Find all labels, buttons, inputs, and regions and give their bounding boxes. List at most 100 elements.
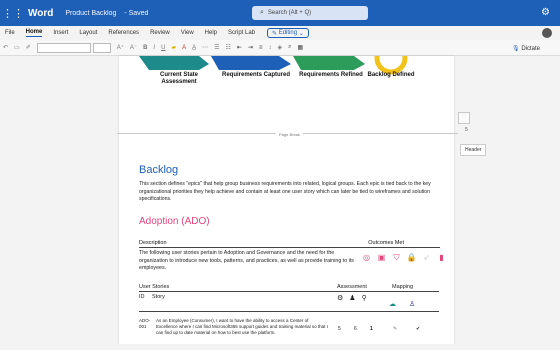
header-button[interactable]: Header	[460, 144, 487, 156]
font-color-icon[interactable]: A	[182, 45, 186, 51]
document-page[interactable]: Current State Assessment Requirements Ca…	[119, 56, 454, 350]
tab-file[interactable]: File	[5, 30, 15, 36]
rocket-icon: ➶	[423, 253, 430, 262]
tab-review[interactable]: Review	[150, 30, 170, 36]
description-label: Description	[139, 240, 167, 246]
bullets-icon[interactable]: ☰	[214, 44, 219, 51]
decrease-indent-icon[interactable]: ⇤	[237, 44, 242, 51]
grow-font-icon[interactable]: A⁺	[117, 44, 124, 51]
lock-icon: 🔒	[406, 253, 417, 262]
underline-icon[interactable]: U	[161, 45, 165, 51]
chat-icon: ▣	[377, 253, 386, 262]
microphone-icon: 🎙	[512, 46, 520, 52]
target-icon: ◎	[363, 253, 370, 262]
tab-insert[interactable]: Insert	[53, 30, 68, 36]
outcome-icons: ◎ ▣ ⛉ 🔒 ➶ ▮	[361, 252, 447, 263]
row-score-3: 1	[370, 326, 373, 332]
table-divider	[139, 311, 439, 312]
row-story: As an Employee (Consumer), I want to hav…	[156, 318, 328, 335]
description-body: The following user stories pertain to Ad…	[139, 250, 354, 271]
avatar[interactable]	[542, 28, 552, 38]
settings-icon[interactable]: ⚙	[541, 7, 550, 18]
app-launcher-icon[interactable]: ⋮⋮	[0, 0, 26, 26]
mapping-tool-icon: ✎	[393, 326, 398, 332]
id-label: ID	[139, 294, 145, 300]
story-label: Story	[152, 294, 165, 300]
mapping-label: Mapping	[392, 284, 414, 290]
document-title-text: Product Backlog	[65, 9, 117, 17]
adoption-heading: Adoption (ADO)	[139, 216, 210, 227]
page-break-label: Page Break	[276, 132, 303, 137]
bar-chart-icon: ▮	[439, 253, 444, 262]
description-header: Description Outcomes Met	[139, 240, 440, 248]
clipboard-icon[interactable]: ▭	[14, 44, 20, 51]
side-page-number: 5	[465, 127, 468, 133]
assessment-icons: ⚙ ♟ ⚲	[337, 294, 367, 302]
person-icon: ♙	[409, 301, 416, 308]
undo-icon[interactable]: ↶	[3, 44, 8, 51]
backlog-heading: Backlog	[139, 164, 179, 176]
highlight-icon[interactable]: ▰	[171, 44, 176, 51]
bold-icon[interactable]: B	[143, 45, 147, 51]
tab-script-lab[interactable]: Script Lab	[228, 30, 255, 36]
process-arrow-2	[211, 56, 291, 70]
dictate-label: Dictate	[521, 46, 540, 52]
people-icon: ♟	[349, 295, 356, 302]
search-box[interactable]: ⌕ Search (Alt + Q)	[252, 6, 368, 20]
shrink-font-icon[interactable]: A⁻	[130, 44, 137, 51]
tab-help[interactable]: Help	[205, 30, 217, 36]
table-icon[interactable]: ▦	[297, 44, 303, 51]
check-icon: ✔	[416, 326, 421, 332]
title-bar: ⋮⋮ Word Product Backlog - Saved ⌕ Search…	[0, 0, 560, 26]
process-arrow-1	[139, 56, 209, 70]
tab-view[interactable]: View	[181, 30, 194, 36]
pencil-icon: ✎	[272, 30, 279, 37]
pin-icon: ⚲	[361, 295, 367, 302]
save-state: - Saved	[124, 9, 149, 17]
tab-references[interactable]: References	[108, 30, 139, 36]
process-target-icon	[374, 56, 408, 75]
shield-icon: ⛉	[393, 252, 400, 262]
row-score-1: 5	[338, 326, 341, 332]
line-spacing-icon[interactable]: ↕	[268, 45, 271, 51]
italic-icon[interactable]: I	[153, 45, 155, 51]
font-name-field[interactable]	[36, 42, 91, 53]
row-id: ADO-001	[139, 318, 151, 329]
app-name: Word	[28, 7, 54, 19]
assessment-label: Assessment	[337, 284, 367, 290]
font-size-field[interactable]	[92, 42, 111, 53]
side-handle[interactable]	[458, 112, 470, 124]
tab-layout[interactable]: Layout	[79, 30, 97, 36]
stage-requirements-captured: Requirements Captured	[221, 72, 290, 78]
more-icon[interactable]: ⋯	[202, 44, 208, 51]
tab-home[interactable]: Home	[25, 29, 43, 37]
backlog-intro: This section defines "epics" that help g…	[139, 181, 431, 202]
user-stories-header: User Stories Assessment Mapping	[139, 284, 439, 292]
styles-icon[interactable]: A̲	[192, 45, 196, 51]
gears-icon: ⚙	[337, 295, 344, 302]
stage-backlog-defined: Backlog Defined	[367, 72, 415, 78]
stage-current-state: Current State Assessment	[159, 72, 198, 85]
outcomes-label: Outcomes Met	[368, 240, 404, 246]
cloud-icon: ☁	[389, 301, 396, 308]
shading-icon[interactable]: ◈	[277, 44, 282, 51]
align-icon[interactable]: ≡	[259, 45, 263, 51]
editing-mode-button[interactable]: ✎ Editing ⌄	[267, 28, 309, 38]
numbering-icon[interactable]: ☷	[225, 44, 230, 51]
document-title[interactable]: Product Backlog - Saved	[65, 10, 148, 17]
process-arrow-3	[293, 56, 365, 70]
user-stories-label: User Stories	[139, 284, 170, 290]
mapping-icons: ☁ ♙	[389, 300, 415, 308]
format-painter-icon[interactable]: ✐	[26, 44, 31, 51]
search-placeholder: Search (Alt + Q)	[267, 10, 312, 16]
chevron-down-icon: ⌄	[297, 30, 304, 37]
increase-indent-icon[interactable]: ⇥	[248, 44, 253, 51]
dictate-button[interactable]: 🎙 Dictate	[512, 45, 540, 52]
ribbon-toolbar: ↶ ▭ ✐ A⁺ A⁻ B I U ▰ A A̲ ⋯ ☰ ☷ ⇤ ⇥ ≡ ↕ ◈…	[0, 40, 560, 56]
status-bar	[0, 344, 560, 350]
ribbon-tabs: File Home Insert Layout References Revie…	[0, 26, 560, 40]
editing-label: Editing	[278, 30, 298, 36]
search-icon: ⌕	[260, 9, 264, 16]
find-icon[interactable]: ⌕	[288, 44, 291, 51]
row-score-2: 6	[354, 326, 357, 332]
